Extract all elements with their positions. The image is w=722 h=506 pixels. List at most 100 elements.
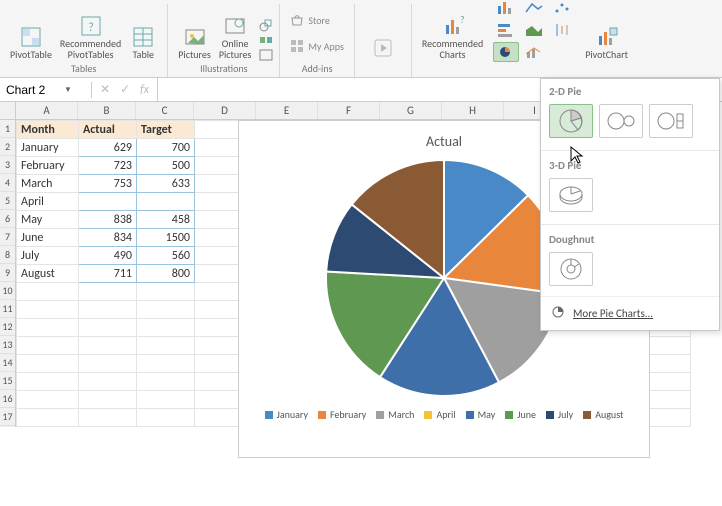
pie-2d-option[interactable] xyxy=(549,104,593,138)
enter-icon[interactable]: ✓ xyxy=(120,82,130,97)
bar-chart-menu[interactable] xyxy=(493,20,519,40)
cell[interactable]: 560 xyxy=(137,247,195,265)
column-header[interactable]: G xyxy=(380,102,442,119)
cell[interactable]: Actual xyxy=(79,121,137,139)
column-header[interactable]: E xyxy=(256,102,318,119)
cell[interactable]: 753 xyxy=(79,175,137,193)
cell[interactable] xyxy=(17,409,79,427)
shapes-icon[interactable] xyxy=(259,18,273,32)
cell[interactable]: February xyxy=(17,157,79,175)
cell[interactable] xyxy=(79,193,137,211)
pivotchart-button[interactable]: PivotChart xyxy=(581,23,632,62)
cell[interactable]: 838 xyxy=(79,211,137,229)
cell[interactable]: March xyxy=(17,175,79,193)
cell[interactable] xyxy=(79,373,137,391)
pictures-button[interactable]: Pictures xyxy=(174,23,215,62)
column-header[interactable]: C xyxy=(136,102,194,119)
row-header[interactable]: 16 xyxy=(0,390,15,408)
store-button[interactable]: Store xyxy=(286,10,333,30)
row-header[interactable]: 13 xyxy=(0,336,15,354)
smartart-icon[interactable] xyxy=(259,33,273,47)
cell[interactable]: August xyxy=(17,265,79,283)
cell[interactable] xyxy=(79,409,137,427)
cell[interactable] xyxy=(137,193,195,211)
pivottable-button[interactable]: PivotTable xyxy=(6,23,56,62)
column-header[interactable]: B xyxy=(78,102,136,119)
table-button[interactable]: Table xyxy=(125,23,161,62)
cell[interactable] xyxy=(79,391,137,409)
cell[interactable]: 700 xyxy=(137,139,195,157)
cell[interactable]: 723 xyxy=(79,157,137,175)
legend-item[interactable]: January xyxy=(265,408,308,421)
cell[interactable]: 1500 xyxy=(137,229,195,247)
myapps-button[interactable]: My Apps xyxy=(286,36,348,56)
cell[interactable]: 800 xyxy=(137,265,195,283)
cell[interactable] xyxy=(137,283,195,301)
cell[interactable] xyxy=(137,319,195,337)
column-chart-menu[interactable] xyxy=(493,0,519,18)
cell[interactable]: 834 xyxy=(79,229,137,247)
legend-item[interactable]: April xyxy=(424,408,455,421)
cell[interactable] xyxy=(17,391,79,409)
cell[interactable] xyxy=(137,355,195,373)
fx-icon[interactable]: fx xyxy=(140,83,149,97)
cell[interactable]: 458 xyxy=(137,211,195,229)
cell[interactable]: July xyxy=(17,247,79,265)
pie-3d-option[interactable] xyxy=(549,178,593,212)
cell[interactable]: April xyxy=(17,193,79,211)
bing-button[interactable] xyxy=(365,34,401,62)
row-header[interactable]: 15 xyxy=(0,372,15,390)
cell[interactable]: June xyxy=(17,229,79,247)
cell[interactable] xyxy=(79,355,137,373)
row-header[interactable]: 9 xyxy=(0,264,15,282)
cell[interactable]: 490 xyxy=(79,247,137,265)
column-header[interactable]: H xyxy=(442,102,504,119)
cell[interactable] xyxy=(79,283,137,301)
chevron-down-icon[interactable]: ▼ xyxy=(64,85,72,95)
combo-chart-menu[interactable] xyxy=(521,42,547,62)
legend-item[interactable]: March xyxy=(376,408,414,421)
cell[interactable]: May xyxy=(17,211,79,229)
line-chart-menu[interactable] xyxy=(521,0,547,18)
row-header[interactable]: 10 xyxy=(0,282,15,300)
cell[interactable] xyxy=(79,301,137,319)
cell[interactable]: 629 xyxy=(79,139,137,157)
row-header[interactable]: 3 xyxy=(0,156,15,174)
stock-chart-menu[interactable] xyxy=(549,20,575,40)
cell[interactable]: January xyxy=(17,139,79,157)
row-header[interactable]: 17 xyxy=(0,408,15,426)
cell[interactable]: Target xyxy=(137,121,195,139)
cell[interactable] xyxy=(17,355,79,373)
row-header[interactable]: 8 xyxy=(0,246,15,264)
column-header[interactable]: A xyxy=(16,102,78,119)
recommended-charts-button[interactable]: ? Recommended Charts xyxy=(418,12,487,62)
online-pictures-button[interactable]: Online Pictures xyxy=(215,12,256,62)
row-header[interactable]: 5 xyxy=(0,192,15,210)
pie-chart-menu[interactable] xyxy=(493,42,519,62)
select-all-button[interactable] xyxy=(0,102,16,119)
cell[interactable] xyxy=(137,301,195,319)
cell[interactable] xyxy=(137,337,195,355)
cell[interactable] xyxy=(137,391,195,409)
name-box-input[interactable] xyxy=(4,82,64,98)
cell[interactable] xyxy=(17,319,79,337)
cell[interactable] xyxy=(137,373,195,391)
cell[interactable]: 711 xyxy=(79,265,137,283)
chart-legend[interactable]: JanuaryFebruaryMarchAprilMayJuneJulyAugu… xyxy=(245,408,643,421)
row-header[interactable]: 6 xyxy=(0,210,15,228)
cell[interactable]: Month xyxy=(17,121,79,139)
area-chart-menu[interactable] xyxy=(521,20,547,40)
legend-item[interactable]: June xyxy=(505,408,536,421)
pie-of-pie-option[interactable] xyxy=(599,104,643,138)
row-header[interactable]: 12 xyxy=(0,318,15,336)
cell[interactable] xyxy=(79,337,137,355)
legend-item[interactable]: August xyxy=(583,408,623,421)
row-header[interactable]: 7 xyxy=(0,228,15,246)
column-header[interactable]: D xyxy=(194,102,256,119)
row-header[interactable]: 1 xyxy=(0,120,15,138)
row-header[interactable]: 14 xyxy=(0,354,15,372)
legend-item[interactable]: July xyxy=(546,408,573,421)
legend-item[interactable]: February xyxy=(318,408,366,421)
cell[interactable]: 633 xyxy=(137,175,195,193)
cell[interactable]: 500 xyxy=(137,157,195,175)
